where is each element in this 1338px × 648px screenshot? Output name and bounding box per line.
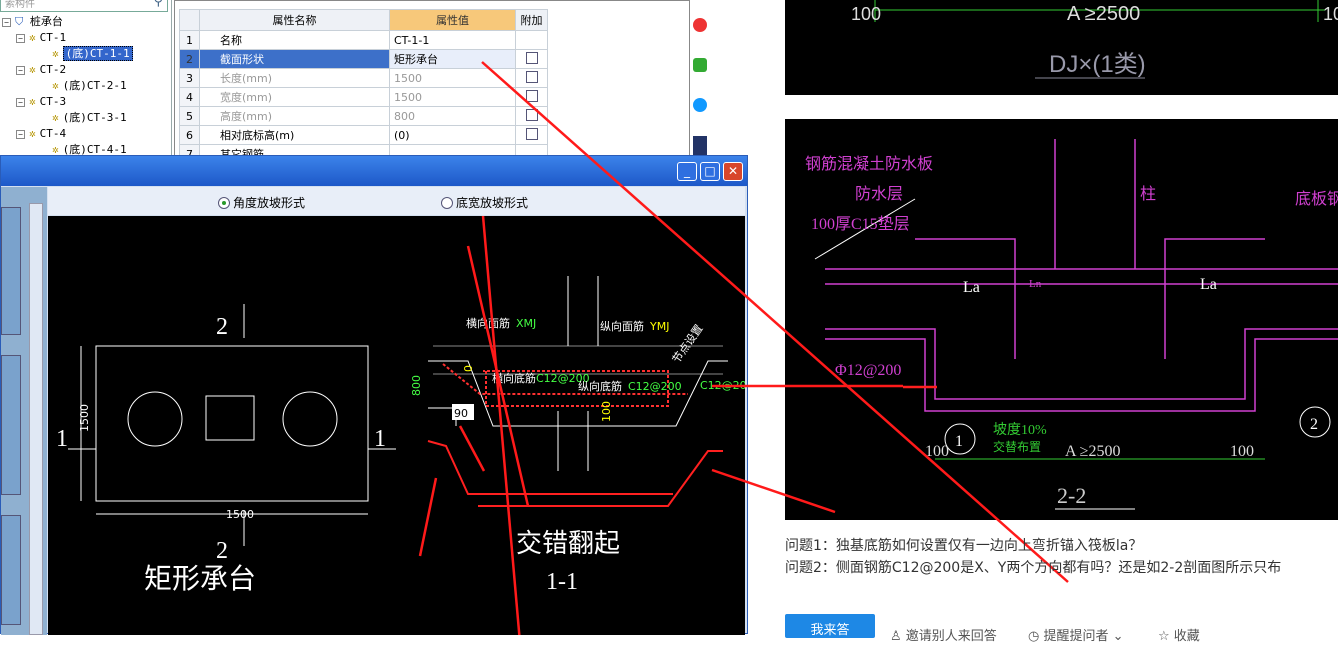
invite-link[interactable]: ♙ 邀请别人来回答 <box>890 625 997 644</box>
chevron-down-icon: ⌄ <box>1108 629 1124 644</box>
star-icon: ☆ <box>1158 629 1174 644</box>
remind-label: 提醒提问者 <box>1043 629 1109 644</box>
question-1: 问题1：独基底筋如何设置仅有一边向上弯折锚入筏板la？ <box>785 538 1143 554</box>
remind-link[interactable]: ◷ 提醒提问者 ⌄ <box>1028 625 1124 644</box>
favorite-link[interactable]: ☆ 收藏 <box>1158 625 1200 644</box>
question-2: 问题2：侧面钢筋C12@200是X、Y两个方向都有吗？还是如2-2剖面图所示只布 <box>785 560 1282 576</box>
arrow-line <box>481 61 1069 583</box>
favorite-label: 收藏 <box>1173 629 1200 644</box>
clock-icon: ◷ <box>1028 629 1044 644</box>
user-icon: ♙ <box>890 629 906 644</box>
invite-label: 邀请别人来回答 <box>905 629 997 644</box>
answer-button[interactable]: 我来答 <box>785 614 875 638</box>
arrow-line <box>711 468 836 514</box>
